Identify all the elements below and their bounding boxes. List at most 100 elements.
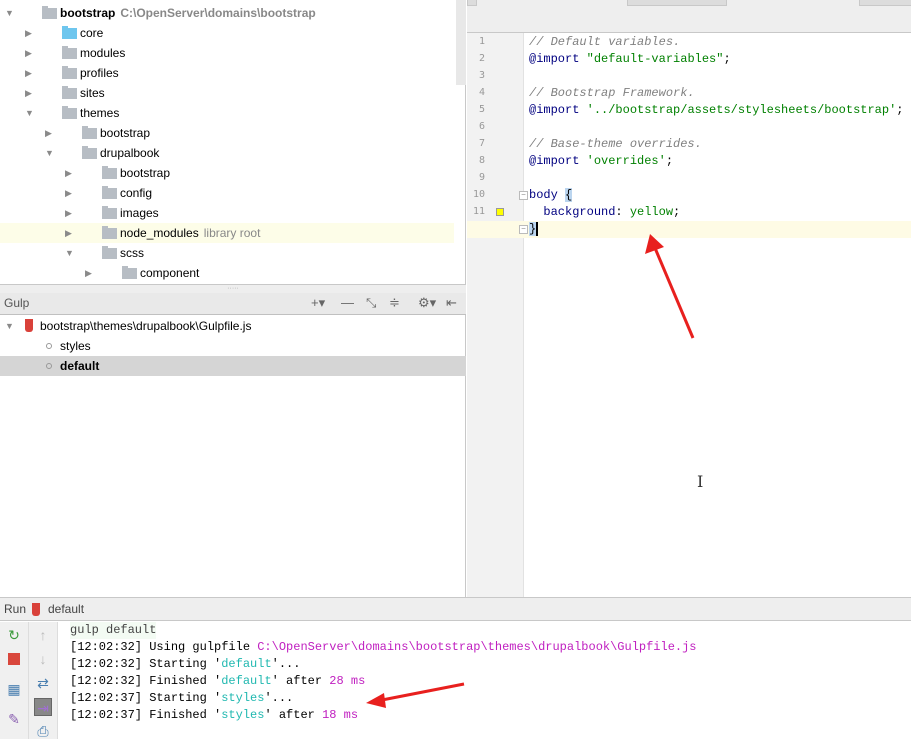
fold-icon[interactable]: − [519,225,528,234]
code-line[interactable]: } − [467,221,911,238]
tree-item[interactable]: ▶ sites [0,83,454,103]
collapse-arrow-icon[interactable]: ▼ [65,243,75,263]
collapse-icon[interactable]: ≑ [389,295,400,311]
console-token: 18 ms [322,708,359,722]
folder-icon [122,266,137,279]
pin-icon[interactable]: ✎ [5,710,23,728]
expand-arrow-icon[interactable]: ▶ [25,63,35,83]
code-line[interactable] [467,170,911,187]
expand-arrow-icon[interactable]: ▶ [65,163,75,183]
expand-arrow-icon[interactable]: ▶ [45,123,55,143]
code-line[interactable]: background: yellow; [467,204,911,221]
code-token: "default-variables" [586,52,724,66]
hide-icon[interactable]: ⇤ [446,295,457,311]
code-line[interactable] [467,119,911,136]
code-token: @import [529,103,580,117]
rerun-icon[interactable]: ↻ [5,626,23,644]
gulp-toolbar: Gulp +▾ — ⤡ ≑ ⚙▾ ⇤ [0,293,466,315]
collapse-arrow-icon[interactable]: ▼ [25,103,35,123]
code-token: ; [673,205,681,219]
console-line: [12:02:37] Finished 'styles' after 18 ms [70,707,697,724]
tree-item-label: config [120,186,153,200]
code-token: // Base-theme overrides. [529,137,702,151]
up-arrow-icon[interactable]: ↑ [34,626,52,644]
tree-item[interactable]: ▶ modules [0,43,454,63]
expand-arrow-icon[interactable]: ▶ [25,23,35,43]
run-config-tab[interactable]: default [48,598,84,621]
code-line[interactable]: // Bootstrap Framework. [467,85,911,102]
down-arrow-icon[interactable]: ↓ [34,650,52,668]
tree-item[interactable]: ▶ bootstrap [0,123,454,143]
expand-arrow-icon[interactable]: ▶ [25,83,35,103]
text-caret [536,221,539,236]
color-preview-icon[interactable] [496,208,504,216]
console-token: [12:02:37] Finished ' [70,708,222,722]
folder-icon [62,106,77,119]
tree-item[interactable]: ▶ component [0,263,454,283]
folder-icon [102,186,117,199]
scroll-to-end-icon[interactable]: ⇥ [34,698,52,716]
expand-arrow-icon[interactable]: ▶ [65,203,75,223]
collapse-arrow-icon[interactable]: ▼ [5,3,15,23]
tree-item[interactable]: ▼ scss [0,243,454,263]
fold-icon[interactable]: − [519,191,528,200]
tree-item[interactable]: ▶ images [0,203,454,223]
remove-icon[interactable]: — [341,295,354,310]
add-icon[interactable]: +▾ [311,295,325,311]
gulp-title: Gulp [4,296,30,310]
console-token: default [221,657,272,671]
console-token: ' after [264,708,323,722]
folder-icon [102,246,117,259]
editor-tab[interactable] [859,0,911,6]
code-line[interactable]: @import '../bootstrap/assets/stylesheets… [467,102,911,119]
task-styles[interactable]: styles [0,336,466,356]
tree-item-label: bootstrap [120,166,171,180]
code-line[interactable]: @import 'overrides'; [467,153,911,170]
expand-arrow-icon[interactable]: ▼ [5,316,15,336]
tree-item[interactable]: ▶ core [0,23,454,43]
code-line[interactable] [467,68,911,85]
code-token: // Default variables. [529,35,681,49]
tree-item[interactable]: ▼ themes [0,103,454,123]
console-line: [12:02:32] Using gulpfile C:\OpenServer\… [70,639,697,656]
tree-scrollbar[interactable] [456,0,466,85]
tree-item[interactable]: ▶ bootstrap [0,163,454,183]
console-token: default [221,674,272,688]
task-default[interactable]: default [0,356,466,376]
panel-splitter[interactable]: ····· [0,284,466,293]
code-line[interactable]: // Base-theme overrides. [467,136,911,153]
expand-arrow-icon[interactable]: ▶ [25,43,35,63]
tree-item[interactable]: ▶ config [0,183,454,203]
console-output[interactable]: gulp default [12:02:32] Using gulpfile C:… [70,622,697,724]
tree-item-label: profiles [80,66,119,80]
gear-icon[interactable]: ⚙▾ [418,295,436,311]
tree-item[interactable]: ▼ bootstrap C:\OpenServer\domains\bootstra… [0,3,454,23]
code-line[interactable]: // Default variables. [467,34,911,51]
stop-icon[interactable] [5,650,23,668]
console-line: gulp default [70,622,157,639]
code-editor[interactable]: 123456789101112 // Default variables.@im… [467,0,911,597]
editor-tab[interactable] [467,0,477,6]
console-token: styles [221,691,265,705]
project-tree[interactable]: ▼ bootstrap C:\OpenServer\domains\bootstra… [0,0,466,284]
expand-icon[interactable]: ⤡ [366,295,376,311]
code-token: yellow [629,205,674,219]
code-line[interactable]: @import "default-variables"; [467,51,911,68]
expand-arrow-icon[interactable]: ▶ [65,223,75,243]
editor-tab[interactable] [627,0,727,6]
tree-item[interactable]: ▶ node_modules library root [0,223,454,243]
tree-item-hint: C:\OpenServer\domains\bootstrap [120,6,316,20]
layout-icon[interactable]: ▦ [5,680,23,698]
soft-wrap-icon[interactable]: ⇄ [34,674,52,692]
gulpfile-node[interactable]: ▼ bootstrap\themes\drupalbook\Gulpfile.j… [0,316,466,336]
tree-item[interactable]: ▼ drupalbook [0,143,454,163]
expand-arrow-icon[interactable]: ▶ [85,263,95,283]
collapse-arrow-icon[interactable]: ▼ [45,143,55,163]
code-line[interactable]: body {− [467,187,911,204]
tree-item[interactable]: ▶ profiles [0,63,454,83]
expand-arrow-icon[interactable]: ▶ [65,183,75,203]
folder-icon [102,206,117,219]
folder-icon [62,26,77,39]
print-icon[interactable]: ⎙ [34,722,52,740]
